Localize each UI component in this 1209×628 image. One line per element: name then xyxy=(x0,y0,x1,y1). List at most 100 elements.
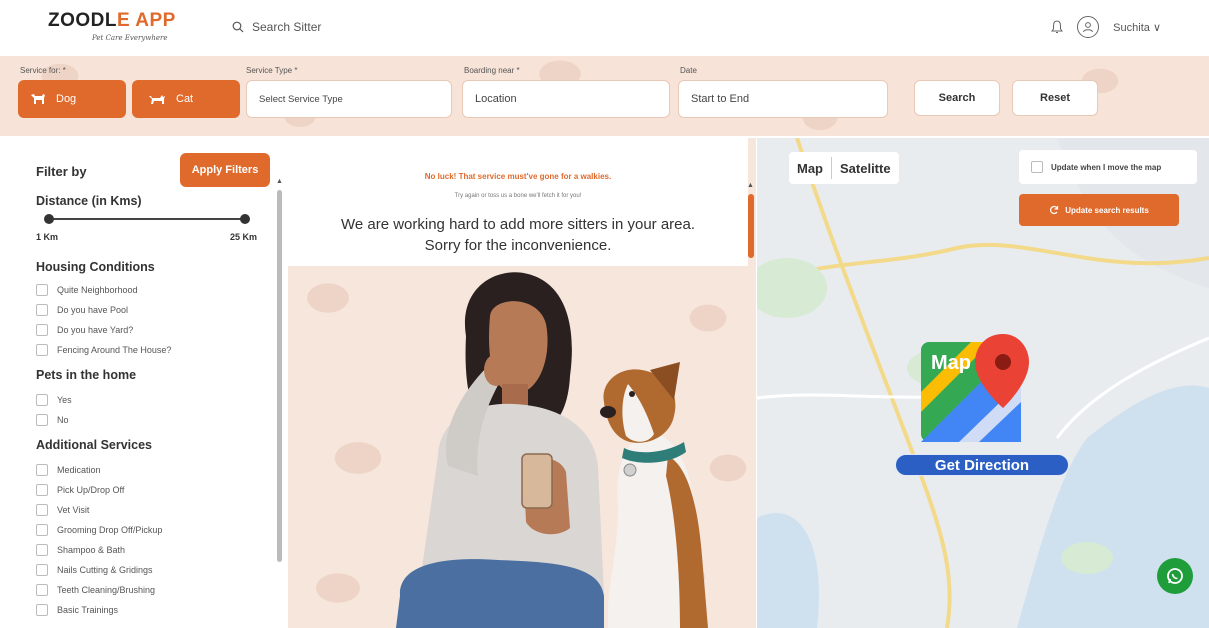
update-search-results-label: Update search results xyxy=(1065,205,1149,215)
cat-icon xyxy=(149,95,165,104)
user-name: Suchita xyxy=(1113,21,1150,34)
empty-state-line-1: We are working hard to add more sitters … xyxy=(340,216,696,233)
logo-tagline: Pet Care Everywhere xyxy=(92,34,168,42)
map-panel[interactable]: Map Satelitte Update when I move the map… xyxy=(757,138,1209,628)
checkbox-row[interactable]: Yes xyxy=(36,394,72,406)
user-menu[interactable]: Suchita ∨ xyxy=(1113,21,1161,34)
checkbox-row[interactable]: Pick Up/Drop Off xyxy=(36,484,124,496)
app-header: ZOODLE APP Pet Care Everywhere Search Si… xyxy=(0,0,1209,56)
checkbox-label: Do you have Yard? xyxy=(57,325,134,335)
update-on-move-checkbox[interactable] xyxy=(1031,161,1043,173)
checkbox-label: Do you have Pool xyxy=(57,305,129,315)
checkbox-row[interactable]: No xyxy=(36,414,69,426)
checkbox-row[interactable]: Teeth Cleaning/Brushing xyxy=(36,584,155,596)
filter-panel: Filter by Apply Filters Distance (in Kms… xyxy=(26,146,280,622)
pets-heading: Pets in the home xyxy=(36,368,137,382)
checkbox-row[interactable]: Do you have Yard? xyxy=(36,324,133,336)
avatar[interactable] xyxy=(1077,16,1100,38)
checkbox[interactable] xyxy=(36,414,48,426)
checkbox-row[interactable]: Grooming Drop Off/Pickup xyxy=(36,524,162,536)
dog-label: Dog xyxy=(56,93,77,105)
satellite-tab[interactable]: Satelitte xyxy=(832,161,899,176)
distance-max-label: 25 Km xyxy=(230,232,258,242)
checkbox[interactable] xyxy=(36,484,48,496)
checkbox-row[interactable]: Fencing Around The House? xyxy=(36,344,171,356)
checkbox-label: Teeth Cleaning/Brushing xyxy=(57,585,156,595)
logo-word-b: E APP xyxy=(117,10,176,31)
empty-state-message: We are working hard to add more sitters … xyxy=(288,214,748,256)
checkbox[interactable] xyxy=(36,584,48,596)
whatsapp-button[interactable] xyxy=(1157,558,1193,594)
checkbox[interactable] xyxy=(36,504,48,516)
checkbox-label: Medication xyxy=(57,465,101,475)
checkbox[interactable] xyxy=(36,464,48,476)
search-sitter[interactable]: Search Sitter xyxy=(232,20,321,34)
boarding-near-label: Boarding near * xyxy=(464,66,520,75)
checkbox-row[interactable]: Medication xyxy=(36,464,101,476)
service-dog-button[interactable]: Dog xyxy=(18,80,126,118)
map-tab[interactable]: Map xyxy=(789,161,831,176)
location-input[interactable]: Location xyxy=(462,80,670,118)
map-type-toggle[interactable]: Map Satelitte xyxy=(789,152,899,184)
checkbox-label: Grooming Drop Off/Pickup xyxy=(57,525,163,535)
update-on-move-checkbox-row[interactable]: Update when I move the map xyxy=(1019,150,1197,184)
update-search-results-button[interactable]: Update search results xyxy=(1019,194,1179,226)
try-again-message: Try again or toss us a bone we'll fetch … xyxy=(454,193,582,199)
search-button[interactable]: Search xyxy=(914,80,1000,116)
distance-slider-min-handle[interactable] xyxy=(44,214,54,224)
results-scroll-up-icon[interactable]: ▲ xyxy=(747,182,754,189)
checkbox-label: Basic Trainings xyxy=(57,605,119,615)
checkbox-label: Vet Visit xyxy=(57,505,90,515)
housing-heading: Housing Conditions xyxy=(36,260,155,274)
checkbox[interactable] xyxy=(36,604,48,616)
distance-slider-max-handle[interactable] xyxy=(240,214,250,224)
checkbox[interactable] xyxy=(36,564,48,576)
checkbox-label: Quite Neighborhood xyxy=(57,285,138,295)
date-range-input[interactable]: Start to End xyxy=(678,80,888,118)
checkbox-label: Shampoo & Bath xyxy=(57,545,126,555)
service-type-select[interactable]: Select Service Type xyxy=(246,80,452,118)
additional-services-heading: Additional Services xyxy=(36,438,153,452)
service-cat-button[interactable]: Cat xyxy=(132,80,240,118)
chevron-down-icon: ∨ xyxy=(1152,21,1161,34)
empty-state-card: No luck! That service must've gone for a… xyxy=(288,138,748,266)
bell-icon[interactable] xyxy=(1051,20,1064,34)
checkbox-row[interactable]: Quite Neighborhood xyxy=(36,284,138,296)
service-type-label: Service Type * xyxy=(246,66,298,75)
refresh-icon xyxy=(1050,205,1059,215)
reset-button[interactable]: Reset xyxy=(1012,80,1098,116)
woman-with-dog-illustration xyxy=(396,272,708,628)
scroll-up-arrow-icon[interactable]: ▲ xyxy=(276,178,283,185)
checkbox-row[interactable]: Do you have Pool xyxy=(36,304,128,316)
checkbox-row[interactable]: Shampoo & Bath xyxy=(36,544,125,556)
results-scrollbar[interactable] xyxy=(748,194,754,258)
get-direction-button[interactable]: Get Direction xyxy=(895,454,1069,476)
google-maps-logo[interactable]: Map xyxy=(919,332,1029,444)
checkbox-row[interactable]: Vet Visit xyxy=(36,504,89,516)
checkbox[interactable] xyxy=(36,544,48,556)
date-label: Date xyxy=(680,66,697,75)
cat-label: Cat xyxy=(176,93,194,105)
filter-scrollbar[interactable] xyxy=(277,190,282,562)
checkbox-label: No xyxy=(57,415,69,425)
search-band: Service for: * Dog Cat Service Type * Se… xyxy=(0,56,1209,136)
distance-min-label: 1 Km xyxy=(36,232,59,242)
checkbox[interactable] xyxy=(36,524,48,536)
filter-by-title: Filter by xyxy=(36,164,87,179)
distance-slider-track[interactable] xyxy=(48,218,244,220)
checkbox[interactable] xyxy=(36,284,48,296)
header-right: Suchita ∨ xyxy=(1051,16,1161,38)
map-logo-text: Map xyxy=(931,352,971,374)
dog-icon xyxy=(31,94,45,104)
checkbox-row[interactable]: Basic Trainings xyxy=(36,604,118,616)
app-logo[interactable]: ZOODLE APP Pet Care Everywhere xyxy=(48,10,178,46)
checkbox[interactable] xyxy=(36,394,48,406)
search-input[interactable]: Search Sitter xyxy=(252,20,321,34)
checkbox[interactable] xyxy=(36,344,48,356)
apply-filters-button[interactable]: Apply Filters xyxy=(180,153,270,187)
checkbox-label: Yes xyxy=(57,395,72,405)
no-luck-message: No luck! That service must've gone for a… xyxy=(424,172,612,181)
checkbox[interactable] xyxy=(36,304,48,316)
checkbox[interactable] xyxy=(36,324,48,336)
checkbox-row[interactable]: Nails Cutting & Gridings xyxy=(36,564,153,576)
